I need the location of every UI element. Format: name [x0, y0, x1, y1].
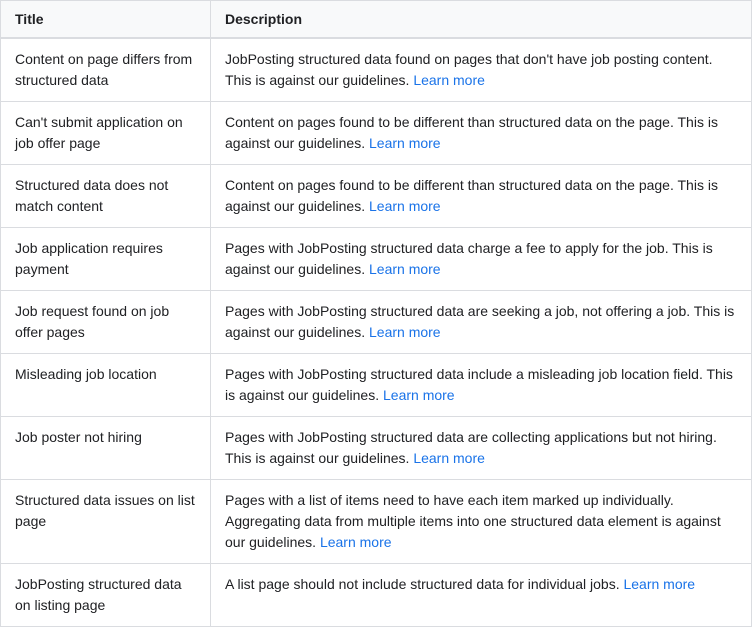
- description-text: Content on pages found to be different t…: [225, 114, 718, 151]
- table-row: Content on page differs from structured …: [1, 38, 752, 102]
- learn-more-link[interactable]: Learn more: [413, 72, 485, 88]
- row-description: Pages with a list of items need to have …: [211, 480, 752, 564]
- row-description: Content on pages found to be different t…: [211, 102, 752, 165]
- description-text: Pages with JobPosting structured data ch…: [225, 240, 713, 277]
- column-header-title: Title: [1, 1, 211, 39]
- row-description: JobPosting structured data found on page…: [211, 38, 752, 102]
- learn-more-link[interactable]: Learn more: [369, 198, 441, 214]
- learn-more-link[interactable]: Learn more: [369, 261, 441, 277]
- row-description: Pages with JobPosting structured data ar…: [211, 417, 752, 480]
- table-row: Structured data does not match content Co…: [1, 165, 752, 228]
- row-title: Job request found on job offer pages: [1, 291, 211, 354]
- row-title: Content on page differs from structured …: [1, 38, 211, 102]
- learn-more-link[interactable]: Learn more: [383, 387, 455, 403]
- row-description: Pages with JobPosting structured data in…: [211, 354, 752, 417]
- table-row: JobPosting structured data on listing pa…: [1, 564, 752, 627]
- row-title: Structured data issues on list page: [1, 480, 211, 564]
- table-row: Misleading job location Pages with JobPos…: [1, 354, 752, 417]
- row-title: Job application requires payment: [1, 228, 211, 291]
- table-row: Job request found on job offer pages Page…: [1, 291, 752, 354]
- description-text: A list page should not include structure…: [225, 576, 623, 592]
- row-description: Pages with JobPosting structured data ar…: [211, 291, 752, 354]
- row-title: Can't submit application on job offer pa…: [1, 102, 211, 165]
- row-title: Job poster not hiring: [1, 417, 211, 480]
- description-text: Pages with JobPosting structured data in…: [225, 366, 733, 403]
- issues-table: Title Description Content on page differ…: [0, 0, 752, 627]
- description-text: Content on pages found to be different t…: [225, 177, 718, 214]
- table-row: Structured data issues on list pagePages…: [1, 480, 752, 564]
- row-title: Structured data does not match content: [1, 165, 211, 228]
- table-row: Job poster not hiringPages with JobPosti…: [1, 417, 752, 480]
- row-description: A list page should not include structure…: [211, 564, 752, 627]
- learn-more-link[interactable]: Learn more: [413, 450, 485, 466]
- column-header-description: Description: [211, 1, 752, 39]
- description-text: Pages with a list of items need to have …: [225, 492, 721, 550]
- table-row: Job application requires payment Pages wi…: [1, 228, 752, 291]
- learn-more-link[interactable]: Learn more: [623, 576, 695, 592]
- row-description: Content on pages found to be different t…: [211, 165, 752, 228]
- row-title: Misleading job location: [1, 354, 211, 417]
- table-row: Can't submit application on job offer pa…: [1, 102, 752, 165]
- learn-more-link[interactable]: Learn more: [369, 324, 441, 340]
- row-description: Pages with JobPosting structured data ch…: [211, 228, 752, 291]
- learn-more-link[interactable]: Learn more: [369, 135, 441, 151]
- learn-more-link[interactable]: Learn more: [320, 534, 392, 550]
- row-title: JobPosting structured data on listing pa…: [1, 564, 211, 627]
- description-text: Pages with JobPosting structured data ar…: [225, 303, 734, 340]
